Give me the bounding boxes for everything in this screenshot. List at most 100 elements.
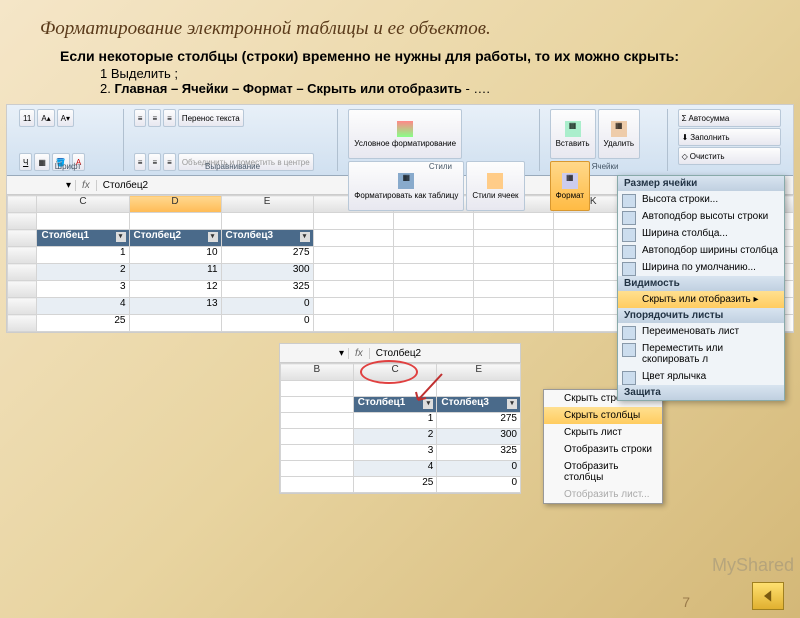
- menu-item-icon: [622, 326, 636, 340]
- data-cell[interactable]: 0: [221, 298, 313, 315]
- format-menu-item[interactable]: Переименовать лист: [618, 323, 784, 340]
- ribbon-group-cells: Ячейки: [544, 162, 667, 171]
- data-cell[interactable]: 25: [37, 315, 129, 332]
- menu-section: Защита: [618, 385, 784, 400]
- data-cell: 275: [437, 413, 521, 429]
- page-number: 7: [682, 594, 690, 610]
- data-cell[interactable]: 13: [129, 298, 221, 315]
- col-header-C[interactable]: C: [37, 196, 129, 213]
- col-header-D[interactable]: D: [129, 196, 221, 213]
- format-dropdown-menu: Размер ячейкиВысота строки...Автоподбор …: [617, 175, 785, 401]
- excel-screenshot-main: 11 A▴ A▾ Ч ▦ 🪣 A Шрифт ≡ ≡ ≡ Перенос тек…: [6, 104, 794, 333]
- format-menu-item[interactable]: Переместить или скопировать л: [618, 340, 784, 368]
- data-cell[interactable]: 12: [129, 281, 221, 298]
- data-cell: 0: [437, 461, 521, 477]
- data-cell: 25: [353, 477, 437, 493]
- data-cell: 3: [353, 445, 437, 461]
- name-box[interactable]: ▾: [7, 180, 76, 191]
- hide-context-menu: Скрыть строкиСкрыть столбцыСкрыть листОт…: [543, 389, 663, 504]
- wrap-text-button[interactable]: Перенос текста: [178, 109, 244, 127]
- align-bot-button[interactable]: ≡: [163, 109, 176, 127]
- menu-item-icon: [622, 245, 636, 259]
- data-cell[interactable]: 325: [221, 281, 313, 298]
- conditional-format-button[interactable]: Условное форматирование: [348, 109, 462, 159]
- menu-item-icon: [622, 211, 636, 225]
- context-item[interactable]: Отобразить лист...: [544, 486, 662, 503]
- data-cell[interactable]: 0: [221, 315, 313, 332]
- menu-item-icon: [622, 371, 636, 385]
- ribbon-group-align: Выравнивание: [128, 162, 337, 171]
- name-box-2[interactable]: ▾: [280, 348, 349, 359]
- body-text: Если некоторые столбцы (строки) временно…: [60, 48, 760, 64]
- font-size-selector[interactable]: 11: [19, 109, 35, 127]
- menu-item-icon: [622, 343, 636, 357]
- insert-icon: ▦: [565, 121, 581, 137]
- autosum-button[interactable]: Σ Автосумма: [678, 109, 781, 127]
- align-top-button[interactable]: ≡: [134, 109, 147, 127]
- format-menu-item[interactable]: Автоподбор ширины столбца: [618, 242, 784, 259]
- data-cell[interactable]: 10: [129, 247, 221, 264]
- format-menu-item[interactable]: Высота строки...: [618, 191, 784, 208]
- table-header[interactable]: Столбец2▾: [129, 230, 221, 247]
- menu-section: Размер ячейки: [618, 176, 784, 191]
- menu-item-icon: [622, 262, 636, 276]
- fx-label-2: fx: [349, 348, 370, 359]
- align-mid-button[interactable]: ≡: [148, 109, 161, 127]
- data-cell[interactable]: 3: [37, 281, 129, 298]
- menu-item-icon: [622, 194, 636, 208]
- menu-section: Видимость: [618, 276, 784, 291]
- styles-icon: [487, 173, 503, 189]
- col-header-E[interactable]: E: [437, 364, 521, 381]
- decrease-font-button[interactable]: A▾: [57, 109, 74, 127]
- context-item[interactable]: Скрыть лист: [544, 424, 662, 441]
- table-icon: ▦: [398, 173, 414, 189]
- nav-back-button[interactable]: [752, 582, 784, 610]
- col-header-C[interactable]: C: [353, 364, 437, 381]
- fill-button[interactable]: ⬇ Заполнить: [678, 128, 781, 146]
- format-menu-item-hide[interactable]: Скрыть или отобразить ▸: [618, 291, 784, 308]
- table-header: Столбец1▾: [353, 397, 437, 413]
- format-icon: ▦: [562, 173, 578, 189]
- insert-button[interactable]: ▦Вставить: [550, 109, 596, 159]
- format-menu-item[interactable]: Автоподбор высоты строки: [618, 208, 784, 225]
- format-menu-item[interactable]: Ширина столбца...: [618, 225, 784, 242]
- data-cell: 300: [437, 429, 521, 445]
- col-header-B[interactable]: B: [281, 364, 354, 381]
- menu-section: Упорядочить листы: [618, 308, 784, 323]
- slide-title: Форматирование электронной таблицы и ее …: [40, 18, 800, 40]
- data-cell[interactable]: 300: [221, 264, 313, 281]
- delete-icon: ▦: [611, 121, 627, 137]
- fx-label[interactable]: fx: [76, 180, 97, 191]
- context-item[interactable]: Отобразить строки: [544, 441, 662, 458]
- col-header-E[interactable]: E: [221, 196, 313, 213]
- data-cell: 0: [437, 477, 521, 493]
- result-grid: BCEСтолбец1▾Столбец3▾12752300332540250: [280, 363, 521, 493]
- watermark: MyShared: [712, 555, 794, 576]
- clear-button[interactable]: ◇ Очистить: [678, 147, 781, 165]
- data-cell: 325: [437, 445, 521, 461]
- formula-value-2: Столбец2: [370, 348, 520, 359]
- ribbon: 11 A▴ A▾ Ч ▦ 🪣 A Шрифт ≡ ≡ ≡ Перенос тек…: [7, 105, 793, 176]
- data-cell[interactable]: [129, 315, 221, 332]
- table-header: Столбец3▾: [437, 397, 521, 413]
- data-cell[interactable]: 2: [37, 264, 129, 281]
- context-item[interactable]: Скрыть столбцы: [544, 407, 662, 424]
- data-cell[interactable]: 1: [37, 247, 129, 264]
- format-menu-item[interactable]: Цвет ярлычка: [618, 368, 784, 385]
- delete-button[interactable]: ▦Удалить: [598, 109, 641, 159]
- context-item[interactable]: Отобразить столбцы: [544, 458, 662, 486]
- data-cell[interactable]: 275: [221, 247, 313, 264]
- ribbon-group-styles: Стили: [342, 162, 538, 171]
- data-cell[interactable]: 4: [37, 298, 129, 315]
- data-cell[interactable]: 11: [129, 264, 221, 281]
- increase-font-button[interactable]: A▴: [37, 109, 54, 127]
- ribbon-group-font: Шрифт: [13, 162, 123, 171]
- format-menu-item[interactable]: Ширина по умолчанию...: [618, 259, 784, 276]
- table-header[interactable]: Столбец3▾: [221, 230, 313, 247]
- step-2: 2. Главная – Ячейки – Формат – Скрыть ил…: [100, 81, 800, 96]
- data-cell: 2: [353, 429, 437, 445]
- cond-format-icon: [397, 121, 413, 137]
- data-cell: 4: [353, 461, 437, 477]
- table-header[interactable]: Столбец1▾: [37, 230, 129, 247]
- step-1: 1 Выделить ;: [100, 66, 800, 81]
